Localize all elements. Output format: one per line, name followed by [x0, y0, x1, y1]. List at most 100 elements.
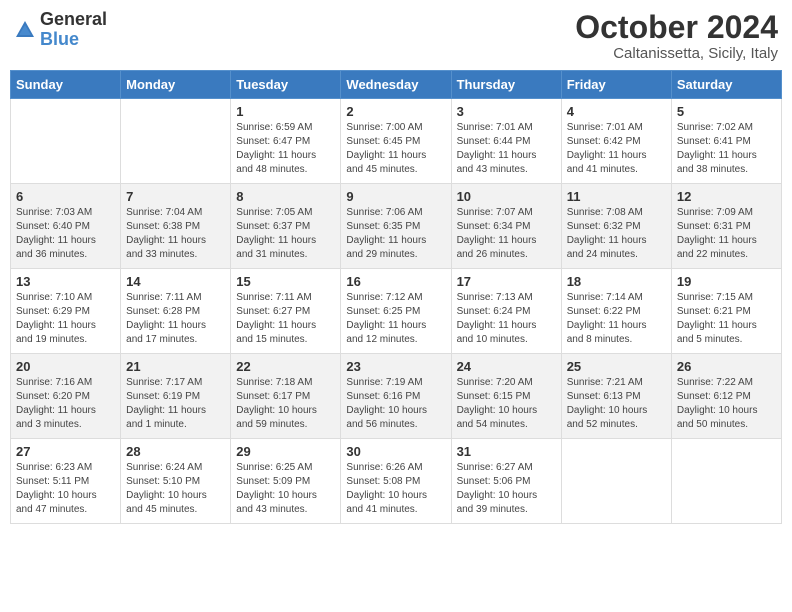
day-number: 15	[236, 274, 335, 289]
weekday-header-monday: Monday	[121, 71, 231, 99]
calendar-cell: 3Sunrise: 7:01 AM Sunset: 6:44 PM Daylig…	[451, 99, 561, 184]
week-row-4: 20 Sunrise: 7:16 AM Sunset: 6:20 PM Dayli…	[11, 354, 782, 439]
week-row-3: 13 Sunrise: 7:10 AM Sunset: 6:29 PM Dayli…	[11, 269, 782, 354]
weekday-header-thursday: Thursday	[451, 71, 561, 99]
day-info: Sunrise: 7:13 AM Sunset: 6:24 PM Dayligh…	[457, 291, 556, 347]
calendar-cell: 21 Sunrise: 7:17 AM Sunset: 6:19 PM Dayli…	[121, 354, 231, 439]
week-row-2: 6 Sunrise: 7:03 AM Sunset: 6:40 PM Daylig…	[11, 184, 782, 269]
location-subtitle: Caltanissetta, Sicily, Italy	[575, 45, 778, 62]
weekday-header-sunday: Sunday	[11, 71, 121, 99]
calendar-cell: 6 Sunrise: 7:03 AM Sunset: 6:40 PM Daylig…	[11, 184, 121, 269]
day-info: Sunrise: 7:17 AM Sunset: 6:19 PM Dayligh…	[126, 376, 225, 432]
calendar-cell: 26Sunrise: 7:22 AM Sunset: 6:12 PM Dayli…	[671, 354, 781, 439]
day-info: Sunrise: 7:15 AM Sunset: 6:21 PM Dayligh…	[677, 291, 776, 347]
day-number: 25	[567, 359, 666, 374]
calendar-cell: 25 Sunrise: 7:21 AM Sunset: 6:13 PM Dayli…	[561, 354, 671, 439]
day-number: 19	[677, 274, 776, 289]
day-number: 16	[346, 274, 445, 289]
day-info: Sunrise: 6:27 AM Sunset: 5:06 PM Dayligh…	[457, 461, 556, 517]
day-info: Sunrise: 7:19 AM Sunset: 6:16 PM Dayligh…	[346, 376, 445, 432]
calendar-cell: 7 Sunrise: 7:04 AM Sunset: 6:38 PM Daylig…	[121, 184, 231, 269]
day-info: Sunrise: 6:25 AM Sunset: 5:09 PM Dayligh…	[236, 461, 335, 517]
calendar-cell	[121, 99, 231, 184]
day-number: 18	[567, 274, 666, 289]
day-info: Sunrise: 7:16 AM Sunset: 6:20 PM Dayligh…	[16, 376, 115, 432]
day-number: 29	[236, 444, 335, 459]
calendar-cell: 29 Sunrise: 6:25 AM Sunset: 5:09 PM Dayli…	[231, 439, 341, 524]
day-number: 26	[677, 359, 776, 374]
day-number: 5	[677, 104, 776, 119]
logo-text: General Blue	[40, 10, 107, 50]
day-info: Sunrise: 7:11 AM Sunset: 6:27 PM Dayligh…	[236, 291, 335, 347]
title-section: October 2024 Caltanissetta, Sicily, Ital…	[575, 10, 778, 62]
day-number: 23	[346, 359, 445, 374]
day-number: 9	[346, 189, 445, 204]
day-info: Sunrise: 7:09 AM Sunset: 6:31 PM Dayligh…	[677, 206, 776, 262]
calendar-cell: 16 Sunrise: 7:12 AM Sunset: 6:25 PM Dayli…	[341, 269, 451, 354]
day-number: 20	[16, 359, 115, 374]
calendar-cell: 24Sunrise: 7:20 AM Sunset: 6:15 PM Dayli…	[451, 354, 561, 439]
calendar-cell	[11, 99, 121, 184]
day-info: Sunrise: 7:00 AM Sunset: 6:45 PM Dayligh…	[346, 121, 445, 177]
weekday-header-tuesday: Tuesday	[231, 71, 341, 99]
calendar-cell	[671, 439, 781, 524]
page-header: General Blue October 2024 Caltanissetta,…	[10, 10, 782, 62]
day-number: 28	[126, 444, 225, 459]
calendar-cell: 31 Sunrise: 6:27 AM Sunset: 5:06 PM Dayli…	[451, 439, 561, 524]
day-info: Sunrise: 7:04 AM Sunset: 6:38 PM Dayligh…	[126, 206, 225, 262]
day-info: Sunrise: 6:26 AM Sunset: 5:08 PM Dayligh…	[346, 461, 445, 517]
day-info: Sunrise: 6:59 AM Sunset: 6:47 PM Dayligh…	[236, 121, 335, 177]
day-number: 21	[126, 359, 225, 374]
calendar-cell: 17 Sunrise: 7:13 AM Sunset: 6:24 PM Dayli…	[451, 269, 561, 354]
day-info: Sunrise: 7:02 AM Sunset: 6:41 PM Dayligh…	[677, 121, 776, 177]
day-number: 17	[457, 274, 556, 289]
calendar-cell: 5 Sunrise: 7:02 AM Sunset: 6:41 PM Daylig…	[671, 99, 781, 184]
day-number: 10	[457, 189, 556, 204]
day-info: Sunrise: 6:23 AM Sunset: 5:11 PM Dayligh…	[16, 461, 115, 517]
week-row-5: 27 Sunrise: 6:23 AM Sunset: 5:11 PM Dayli…	[11, 439, 782, 524]
day-number: 22	[236, 359, 335, 374]
day-info: Sunrise: 7:21 AM Sunset: 6:13 PM Dayligh…	[567, 376, 666, 432]
day-info: Sunrise: 6:24 AM Sunset: 5:10 PM Dayligh…	[126, 461, 225, 517]
day-info: Sunrise: 7:05 AM Sunset: 6:37 PM Dayligh…	[236, 206, 335, 262]
day-number: 7	[126, 189, 225, 204]
weekday-header-row: SundayMondayTuesdayWednesdayThursdayFrid…	[11, 71, 782, 99]
day-number: 27	[16, 444, 115, 459]
logo: General Blue	[14, 10, 107, 50]
calendar-cell: 2 Sunrise: 7:00 AM Sunset: 6:45 PM Daylig…	[341, 99, 451, 184]
calendar-cell: 4 Sunrise: 7:01 AM Sunset: 6:42 PM Daylig…	[561, 99, 671, 184]
calendar-cell: 19 Sunrise: 7:15 AM Sunset: 6:21 PM Dayli…	[671, 269, 781, 354]
calendar-cell: 30 Sunrise: 6:26 AM Sunset: 5:08 PM Dayli…	[341, 439, 451, 524]
calendar-cell: 23 Sunrise: 7:19 AM Sunset: 6:16 PM Dayli…	[341, 354, 451, 439]
day-number: 31	[457, 444, 556, 459]
day-number: 13	[16, 274, 115, 289]
day-number: 4	[567, 104, 666, 119]
day-number: 6	[16, 189, 115, 204]
calendar-cell: 12Sunrise: 7:09 AM Sunset: 6:31 PM Dayli…	[671, 184, 781, 269]
calendar-cell: 14Sunrise: 7:11 AM Sunset: 6:28 PM Dayli…	[121, 269, 231, 354]
day-number: 3	[457, 104, 556, 119]
week-row-1: 1 Sunrise: 6:59 AM Sunset: 6:47 PM Daylig…	[11, 99, 782, 184]
day-info: Sunrise: 7:20 AM Sunset: 6:15 PM Dayligh…	[457, 376, 556, 432]
day-number: 2	[346, 104, 445, 119]
calendar-cell: 22Sunrise: 7:18 AM Sunset: 6:17 PM Dayli…	[231, 354, 341, 439]
day-info: Sunrise: 7:03 AM Sunset: 6:40 PM Dayligh…	[16, 206, 115, 262]
day-info: Sunrise: 7:10 AM Sunset: 6:29 PM Dayligh…	[16, 291, 115, 347]
day-number: 1	[236, 104, 335, 119]
day-info: Sunrise: 7:06 AM Sunset: 6:35 PM Dayligh…	[346, 206, 445, 262]
day-number: 14	[126, 274, 225, 289]
calendar-cell: 9 Sunrise: 7:06 AM Sunset: 6:35 PM Daylig…	[341, 184, 451, 269]
day-number: 11	[567, 189, 666, 204]
calendar-cell: 11Sunrise: 7:08 AM Sunset: 6:32 PM Dayli…	[561, 184, 671, 269]
day-info: Sunrise: 7:01 AM Sunset: 6:42 PM Dayligh…	[567, 121, 666, 177]
calendar-cell: 20 Sunrise: 7:16 AM Sunset: 6:20 PM Dayli…	[11, 354, 121, 439]
day-info: Sunrise: 7:12 AM Sunset: 6:25 PM Dayligh…	[346, 291, 445, 347]
logo-icon	[14, 19, 36, 41]
day-info: Sunrise: 7:14 AM Sunset: 6:22 PM Dayligh…	[567, 291, 666, 347]
calendar-cell: 27 Sunrise: 6:23 AM Sunset: 5:11 PM Dayli…	[11, 439, 121, 524]
day-number: 8	[236, 189, 335, 204]
weekday-header-friday: Friday	[561, 71, 671, 99]
day-number: 30	[346, 444, 445, 459]
calendar-table: SundayMondayTuesdayWednesdayThursdayFrid…	[10, 70, 782, 524]
day-info: Sunrise: 7:07 AM Sunset: 6:34 PM Dayligh…	[457, 206, 556, 262]
